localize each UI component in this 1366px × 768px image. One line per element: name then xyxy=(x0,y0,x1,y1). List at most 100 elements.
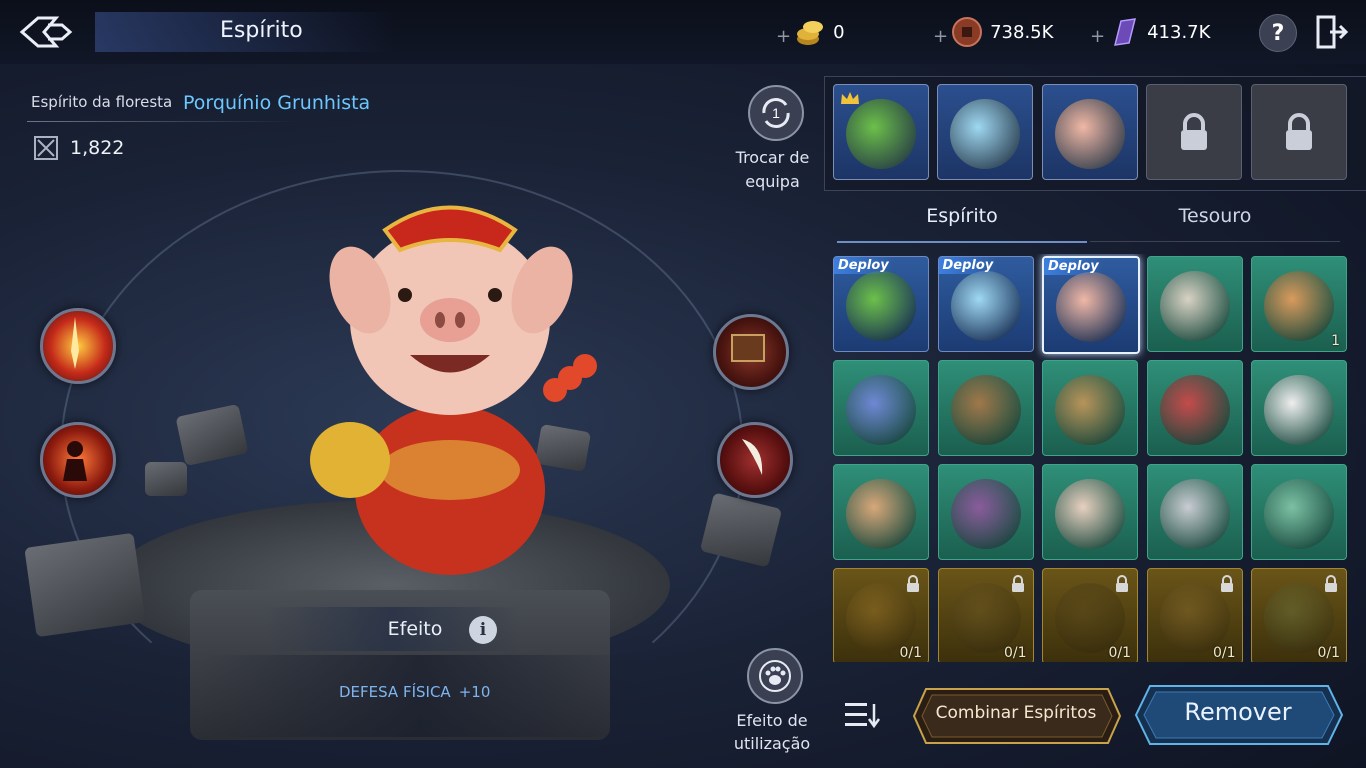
combat-power-value: 1,822 xyxy=(70,137,125,159)
monkey-portrait xyxy=(1264,271,1334,341)
spirit-character[interactable] xyxy=(300,190,600,580)
team-swap-label: Trocar de equipa xyxy=(735,148,810,191)
effect-stat-value: +10 xyxy=(458,683,491,701)
add-currency-icon: + xyxy=(1090,25,1106,47)
help-button[interactable]: ? xyxy=(1259,14,1297,52)
card-count: 0/1 xyxy=(1212,645,1236,661)
lock-icon xyxy=(1181,113,1207,150)
currency-value: 0 xyxy=(833,21,845,43)
treasure-fang[interactable] xyxy=(717,422,793,498)
spirit-card-lizard[interactable] xyxy=(1251,464,1347,560)
spirit-card-bear[interactable] xyxy=(937,360,1034,456)
combat-power-icon xyxy=(33,135,59,161)
flame-sword-icon xyxy=(71,317,79,369)
card-count: 0/1 xyxy=(1003,645,1027,661)
spirit-card-blue-ogre[interactable] xyxy=(833,360,929,456)
spirit-card-green-dragon[interactable]: Deploy xyxy=(833,256,929,352)
book-icon xyxy=(731,334,765,362)
currency-value: 738.5K xyxy=(990,21,1054,43)
spirit-card-lion-dancer[interactable] xyxy=(1146,464,1243,560)
use-effect-button[interactable] xyxy=(747,648,803,704)
team-slot-blue-bird[interactable] xyxy=(937,84,1033,180)
add-currency-icon: + xyxy=(776,25,792,47)
pig-portrait xyxy=(1056,272,1126,342)
fang-icon xyxy=(742,439,763,475)
card-count: 0/1 xyxy=(1317,645,1340,661)
skill-flame-sword[interactable] xyxy=(40,308,116,384)
currency-gold[interactable]: + 0 xyxy=(776,14,845,50)
spirit-card-cow[interactable] xyxy=(833,464,929,560)
bear-portrait xyxy=(950,375,1021,445)
exit-door-icon xyxy=(1316,15,1349,49)
qilin-portrait xyxy=(1159,583,1230,653)
name-divider xyxy=(27,121,297,122)
lock-icon xyxy=(1116,575,1128,592)
effect-stat-name: DEFESA FÍSICA xyxy=(339,683,451,701)
spirit-card-owl[interactable] xyxy=(1042,360,1138,456)
treasure-book[interactable] xyxy=(713,314,789,390)
blue-bird-portrait xyxy=(950,271,1021,341)
spirit-name: Porquínio Grunhista xyxy=(183,92,371,114)
floating-rock xyxy=(145,462,187,496)
effect-info-button[interactable]: i xyxy=(469,616,497,644)
team-swap-badge: 1 xyxy=(772,105,780,121)
currency-bronze[interactable]: + 738.5K xyxy=(933,14,1053,50)
blue-ogre-portrait xyxy=(846,375,916,445)
team-slot-locked[interactable] xyxy=(1251,84,1347,180)
spirit-card-jade-beast[interactable]: 0/1 xyxy=(1251,568,1347,662)
blue-bird-portrait xyxy=(950,99,1020,169)
spirit-card-purple-dragon[interactable] xyxy=(937,464,1034,560)
page-title: Espírito xyxy=(220,18,303,43)
team-slot-pig[interactable] xyxy=(1042,84,1138,180)
lock-icon xyxy=(907,575,919,592)
lion-dancer-portrait xyxy=(1159,479,1230,549)
currency-crystal[interactable]: + 413.7K xyxy=(1090,14,1210,50)
dog-warrior-portrait xyxy=(1159,271,1230,341)
floating-rock xyxy=(24,532,146,638)
spirit-card-pig[interactable]: Deploy xyxy=(1042,256,1140,354)
deploy-badge: Deploy xyxy=(938,257,998,274)
spirit-card-qilin[interactable]: 0/1 xyxy=(1146,568,1243,662)
bronze-coin-icon xyxy=(952,17,983,47)
fire-aura-icon xyxy=(63,441,87,481)
spirit-card-phoenix[interactable]: 0/1 xyxy=(833,568,929,662)
spirit-card-panther[interactable]: 0/1 xyxy=(1042,568,1138,662)
lock-icon xyxy=(1286,113,1312,150)
spirit-card-opera-mask[interactable] xyxy=(1146,360,1243,456)
purple-dragon-portrait xyxy=(950,479,1021,549)
cow-portrait xyxy=(846,479,916,549)
tab-espirito[interactable]: Espírito xyxy=(837,205,1087,243)
combine-spirits-label: Combinar Espíritos xyxy=(935,703,1097,723)
spirit-card-blue-bird[interactable]: Deploy xyxy=(937,256,1034,352)
lizard-portrait xyxy=(1264,479,1334,549)
deploy-badge: Deploy xyxy=(1044,258,1103,275)
lock-icon xyxy=(1011,575,1024,592)
skill-fire-aura[interactable] xyxy=(40,422,116,498)
eagle-portrait xyxy=(950,583,1021,653)
team-swap-button[interactable]: 1 xyxy=(748,85,804,141)
team-slot-green-dragon[interactable] xyxy=(833,84,929,180)
spirit-card-rabbit[interactable] xyxy=(1042,464,1138,560)
remove-label: Remover xyxy=(1184,698,1292,726)
effect-title: Efeito xyxy=(387,618,443,640)
lock-icon xyxy=(1325,575,1337,592)
back-button[interactable] xyxy=(18,10,80,54)
use-effect-label: Efeito de utilização xyxy=(733,711,811,753)
jade-beast-portrait xyxy=(1264,583,1334,653)
spirit-card-dog-warrior[interactable] xyxy=(1146,256,1243,352)
crown-icon xyxy=(841,92,859,104)
spirit-type-label: Espírito da floresta xyxy=(31,93,173,111)
spirit-card-white-cat[interactable] xyxy=(1251,360,1347,456)
sort-button[interactable] xyxy=(843,700,881,730)
spirit-card-monkey[interactable]: 1 xyxy=(1251,256,1347,352)
spirit-card-eagle[interactable]: 0/1 xyxy=(937,568,1034,662)
currency-value: 413.7K xyxy=(1147,21,1211,43)
phoenix-portrait xyxy=(846,583,916,653)
purple-crystal-icon xyxy=(1114,18,1137,46)
exit-button[interactable] xyxy=(1314,14,1350,50)
team-slot-locked[interactable] xyxy=(1146,84,1242,180)
tab-tesouro[interactable]: Tesouro xyxy=(1090,205,1340,242)
white-cat-portrait xyxy=(1264,375,1334,445)
green-dragon-portrait xyxy=(846,271,916,341)
card-count: 0/1 xyxy=(1108,645,1131,661)
